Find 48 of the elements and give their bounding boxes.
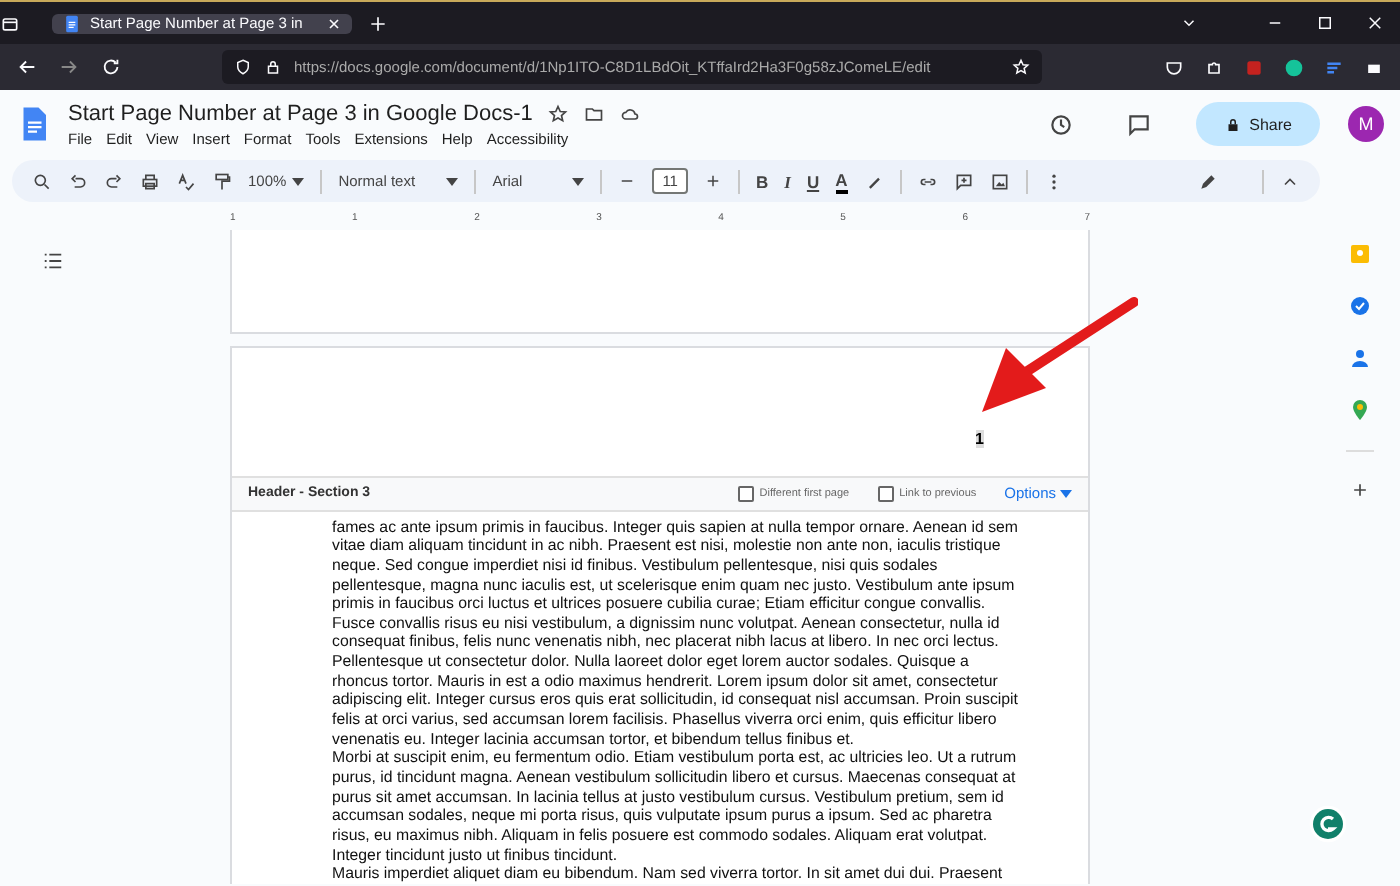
image-icon[interactable]: [989, 171, 1010, 191]
pocket-icon[interactable]: [1164, 57, 1184, 77]
search-icon[interactable]: [32, 171, 52, 191]
folder-icon[interactable]: [584, 103, 605, 123]
spellcheck-icon[interactable]: [176, 171, 196, 191]
document-title[interactable]: Start Page Number at Page 3 in Google Docs-1: [68, 101, 533, 125]
outline-icon[interactable]: [42, 250, 64, 272]
close-icon[interactable]: [326, 15, 342, 31]
tasks-icon[interactable]: [1348, 294, 1372, 318]
text-color-button[interactable]: A: [835, 169, 848, 193]
lock-icon: [264, 58, 282, 76]
back-icon[interactable]: [16, 56, 38, 78]
plus-icon[interactable]: [1350, 480, 1370, 500]
contacts-icon[interactable]: [1348, 346, 1372, 370]
shield-icon: [234, 58, 252, 76]
redo-icon[interactable]: [104, 171, 124, 191]
grammarly-icon[interactable]: [1308, 804, 1348, 844]
cloud-icon[interactable]: [620, 103, 641, 123]
user-avatar[interactable]: M: [1348, 106, 1384, 142]
tab-list-icon[interactable]: [0, 13, 20, 33]
italic-button[interactable]: I: [784, 171, 791, 191]
share-button[interactable]: Share: [1195, 102, 1320, 146]
map-pin-icon[interactable]: [1348, 398, 1372, 422]
star-icon[interactable]: [548, 103, 569, 123]
page-number: 1: [975, 429, 984, 448]
caret-icon: [446, 177, 459, 185]
add-comment-icon[interactable]: [953, 171, 974, 191]
underline-button[interactable]: U: [806, 171, 820, 191]
checkbox[interactable]: [877, 485, 894, 502]
document-icon: [62, 13, 82, 33]
maximize-icon[interactable]: [1316, 14, 1334, 32]
history-icon[interactable]: [1047, 111, 1074, 137]
caret-icon: [1060, 489, 1072, 498]
caret-icon: [572, 177, 585, 185]
caret-icon: [292, 177, 305, 185]
close-icon[interactable]: [1366, 14, 1384, 32]
pencil-icon[interactable]: [1198, 171, 1218, 191]
checkbox[interactable]: [737, 485, 754, 502]
undo-icon[interactable]: [68, 171, 88, 191]
grammarly-icon[interactable]: [1284, 57, 1304, 77]
lock-icon: [1223, 115, 1242, 133]
forward-icon[interactable]: [58, 56, 80, 78]
print-icon[interactable]: [140, 171, 160, 191]
paint-format-icon[interactable]: [212, 171, 232, 191]
bold-button[interactable]: B: [755, 171, 769, 191]
bars-icon[interactable]: [1324, 57, 1344, 77]
comment-icon[interactable]: [1125, 111, 1152, 137]
reload-icon[interactable]: [100, 56, 122, 78]
